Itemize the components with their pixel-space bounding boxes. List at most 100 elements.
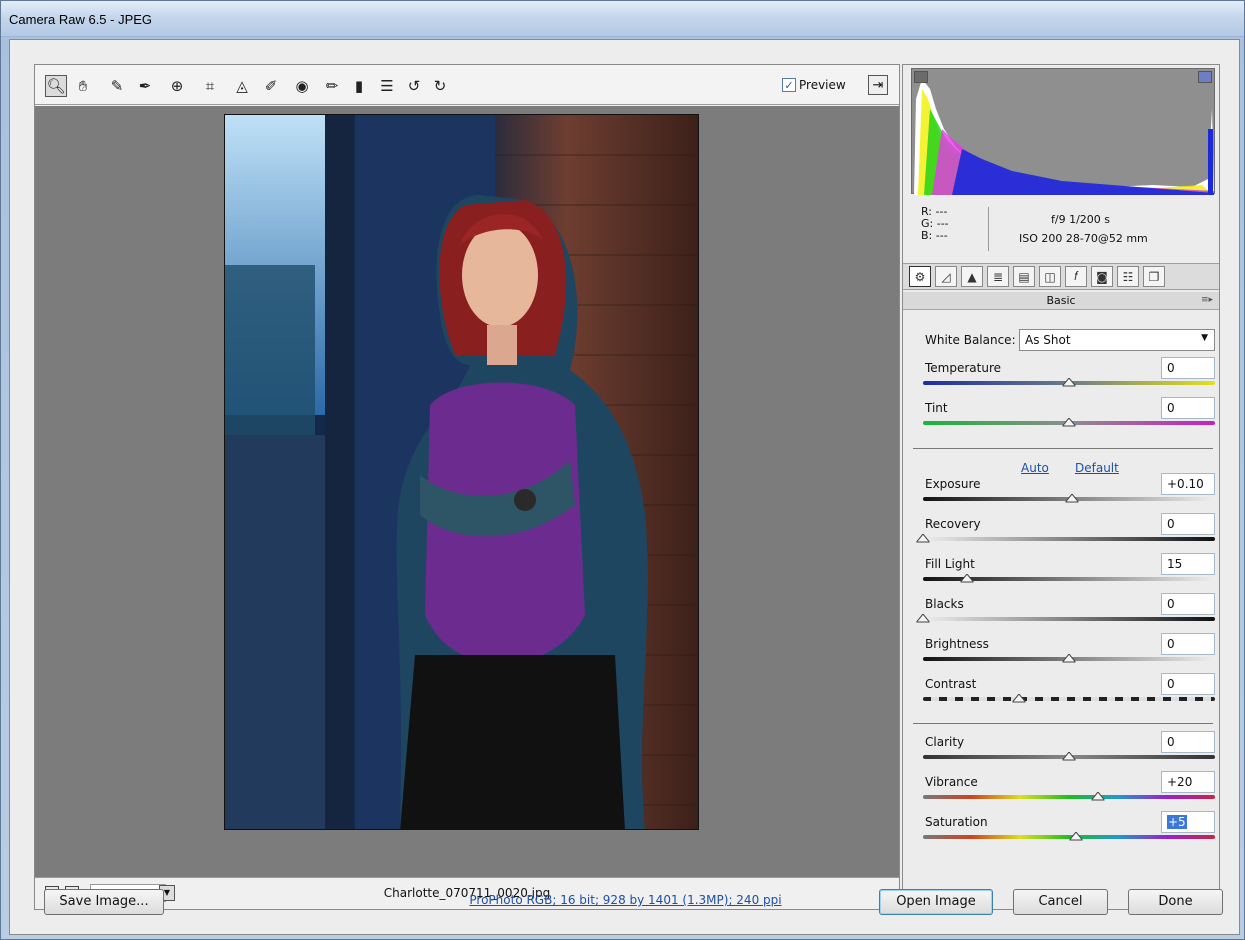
hand-icon[interactable]: ✋︎ bbox=[72, 75, 94, 97]
slider-value-field[interactable]: 0 bbox=[1161, 397, 1215, 419]
slider-value-field[interactable]: +0.10 bbox=[1161, 473, 1215, 495]
basic-tab-icon[interactable]: ⚙ bbox=[909, 266, 931, 287]
adjustment-brush-icon[interactable]: ✏ bbox=[321, 75, 343, 97]
straighten-icon[interactable]: ◬ bbox=[231, 75, 253, 97]
slider-thumb[interactable] bbox=[1062, 378, 1076, 387]
default-link[interactable]: Default bbox=[1075, 461, 1119, 475]
tool-bar: 🔍︎ ✋︎ ✎ ✒ ⊕ ⌗ ◬ ✐ ◉ ✏ ▮ ☰ ↺ ↻ ✓ Preview … bbox=[35, 65, 899, 105]
hsl-tab-icon[interactable]: ≣ bbox=[987, 266, 1009, 287]
split-toning-tab-icon[interactable]: ▤ bbox=[1013, 266, 1035, 287]
zoom-icon[interactable]: 🔍︎ bbox=[45, 75, 67, 97]
effects-tab-icon[interactable]: 𝑓 bbox=[1065, 266, 1087, 287]
dialog-body: 🔍︎ ✋︎ ✎ ✒ ⊕ ⌗ ◬ ✐ ◉ ✏ ▮ ☰ ↺ ↻ ✓ Preview … bbox=[9, 39, 1240, 935]
slider-thumb[interactable] bbox=[960, 574, 974, 583]
slider-track[interactable] bbox=[923, 654, 1215, 663]
done-button[interactable]: Done bbox=[1128, 889, 1223, 915]
fullscreen-icon[interactable]: ⇥ bbox=[868, 75, 888, 95]
target-adjust-icon[interactable]: ⊕ bbox=[166, 75, 188, 97]
slider-track[interactable] bbox=[923, 378, 1215, 387]
slider-value-field[interactable]: 0 bbox=[1161, 513, 1215, 535]
panel-tabs: ⚙ ◿ ▲ ≣ ▤ ◫ 𝑓 ◙ ☷ ❐ bbox=[903, 263, 1219, 290]
slider-value-field[interactable]: 0 bbox=[1161, 593, 1215, 615]
panel-menu-icon[interactable]: ≡▸ bbox=[1201, 292, 1213, 309]
slider-thumb[interactable] bbox=[1062, 418, 1076, 427]
slider-label: Brightness bbox=[925, 637, 989, 651]
slider-value: +0.10 bbox=[1167, 477, 1204, 491]
slider-track[interactable] bbox=[923, 832, 1215, 841]
tone-curve-tab-icon[interactable]: ◿ bbox=[935, 266, 957, 287]
auto-link[interactable]: Auto bbox=[1021, 461, 1049, 475]
slider-thumb[interactable] bbox=[1062, 654, 1076, 663]
panel-title: Basic ≡▸ bbox=[903, 292, 1219, 310]
slider-label: Tint bbox=[925, 401, 948, 415]
camera-calibration-tab-icon[interactable]: ◙ bbox=[1091, 266, 1113, 287]
slider-label: Saturation bbox=[925, 815, 988, 829]
slider-value: 0 bbox=[1167, 597, 1175, 611]
slider-track[interactable] bbox=[916, 614, 1215, 623]
photo-illustration bbox=[225, 115, 698, 829]
slider-value-field[interactable]: 0 bbox=[1161, 731, 1215, 753]
slider-value-field[interactable]: +5 bbox=[1161, 811, 1215, 833]
shadow-clipping-icon[interactable] bbox=[914, 71, 928, 83]
slider-thumb[interactable] bbox=[1091, 792, 1105, 801]
snapshots-tab-icon[interactable]: ❐ bbox=[1143, 266, 1165, 287]
slider-track[interactable] bbox=[923, 494, 1215, 503]
preview-toggle[interactable]: ✓ Preview bbox=[782, 78, 846, 92]
spot-removal-icon[interactable]: ✐ bbox=[260, 75, 282, 97]
adjustment-panel: R: --- G: --- B: --- f/9 1/200 s ISO 200… bbox=[902, 64, 1220, 910]
slider-thumb[interactable] bbox=[1065, 494, 1079, 503]
title-bar: Camera Raw 6.5 - JPEG bbox=[1, 1, 1244, 37]
color-sampler-icon[interactable]: ✒ bbox=[134, 75, 156, 97]
slider-value-field[interactable]: 15 bbox=[1161, 553, 1215, 575]
slider-value-field[interactable]: +20 bbox=[1161, 771, 1215, 793]
rotate-right-icon[interactable]: ↻ bbox=[429, 75, 451, 97]
camera-raw-window: Camera Raw 6.5 - JPEG 🔍︎ ✋︎ ✎ ✒ ⊕ ⌗ ◬ ✐ … bbox=[0, 0, 1245, 940]
slider-value: 0 bbox=[1167, 637, 1175, 651]
detail-tab-icon[interactable]: ▲ bbox=[961, 266, 983, 287]
slider-track[interactable] bbox=[916, 534, 1215, 543]
rotate-left-icon[interactable]: ↺ bbox=[403, 75, 425, 97]
white-balance-select[interactable]: As Shot ▼ bbox=[1019, 329, 1215, 351]
slider-label: Recovery bbox=[925, 517, 981, 531]
slider-track[interactable] bbox=[923, 418, 1215, 427]
red-eye-icon[interactable]: ◉ bbox=[291, 75, 313, 97]
slider-label: Vibrance bbox=[925, 775, 978, 789]
window-title: Camera Raw 6.5 - JPEG bbox=[9, 12, 153, 27]
slider-track[interactable] bbox=[923, 574, 1215, 583]
slider-value: 0 bbox=[1167, 677, 1175, 691]
image-canvas[interactable] bbox=[35, 106, 899, 879]
slider-value-field[interactable]: 0 bbox=[1161, 357, 1215, 379]
pixel-readout: R: --- G: --- B: --- f/9 1/200 s ISO 200… bbox=[911, 203, 1215, 259]
graduated-filter-icon[interactable]: ▮ bbox=[348, 75, 370, 97]
aperture-shutter: f/9 1/200 s bbox=[1051, 213, 1111, 226]
slider-label: Fill Light bbox=[925, 557, 975, 571]
presets-tab-icon[interactable]: ☷ bbox=[1117, 266, 1139, 287]
slider-thumb[interactable] bbox=[1012, 694, 1026, 703]
slider-thumb[interactable] bbox=[1062, 752, 1076, 761]
preview-checkbox[interactable]: ✓ bbox=[782, 78, 796, 92]
slider-track[interactable] bbox=[923, 694, 1215, 703]
white-balance-icon[interactable]: ✎ bbox=[106, 75, 128, 97]
slider-track[interactable] bbox=[923, 752, 1215, 761]
slider-value-field[interactable]: 0 bbox=[1161, 633, 1215, 655]
image-viewer: 🔍︎ ✋︎ ✎ ✒ ⊕ ⌗ ◬ ✐ ◉ ✏ ▮ ☰ ↺ ↻ ✓ Preview … bbox=[34, 64, 900, 910]
histogram-graph bbox=[914, 79, 1214, 195]
lens-corrections-tab-icon[interactable]: ◫ bbox=[1039, 266, 1061, 287]
open-image-button[interactable]: Open Image bbox=[879, 889, 993, 915]
blue-value: B: --- bbox=[921, 229, 948, 242]
preferences-icon[interactable]: ☰ bbox=[376, 75, 398, 97]
cancel-button[interactable]: Cancel bbox=[1013, 889, 1108, 915]
highlight-clipping-icon[interactable] bbox=[1198, 71, 1212, 83]
white-balance-value: As Shot bbox=[1025, 333, 1071, 347]
slider-value: 15 bbox=[1167, 557, 1183, 571]
crop-icon[interactable]: ⌗ bbox=[199, 75, 221, 97]
slider-thumb[interactable] bbox=[1069, 832, 1083, 841]
white-balance-label: White Balance: bbox=[925, 333, 1016, 347]
slider-track[interactable] bbox=[923, 792, 1215, 801]
rgb-values: R: --- G: --- B: --- bbox=[921, 206, 949, 242]
slider-value-field[interactable]: 0 bbox=[1161, 673, 1215, 695]
slider-value: +5 bbox=[1167, 815, 1187, 829]
slider-thumb[interactable] bbox=[916, 534, 930, 543]
slider-thumb[interactable] bbox=[916, 614, 930, 623]
chevron-down-icon: ▼ bbox=[1201, 333, 1208, 343]
